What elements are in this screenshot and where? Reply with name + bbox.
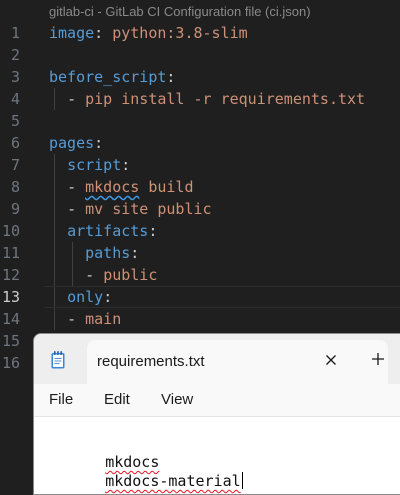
yaml-punctuation: : [94, 24, 113, 42]
yaml-value: python:3.8-slim [112, 24, 248, 42]
yaml-punctuation: - [67, 200, 86, 218]
notepad-titlebar[interactable]: requirements.txt [34, 334, 400, 384]
line-number: 5 [10, 112, 20, 130]
code-line[interactable]: 1 image: python:3.8-slim [0, 22, 400, 44]
code-text: - mv site public [49, 198, 212, 220]
yaml-key: pages [49, 134, 95, 152]
plus-icon[interactable] [367, 348, 389, 370]
code-text: artifacts: [49, 220, 157, 242]
yaml-punctuation: : [166, 68, 176, 86]
tab-requirements[interactable]: requirements.txt [87, 340, 388, 384]
code-text: - pip install -r requirements.txt [49, 88, 365, 110]
notepad-text-area[interactable]: mkdocs mkdocs-material [34, 417, 400, 494]
spelling-error[interactable]: mkdocs-material [105, 472, 240, 490]
line-number: 4 [10, 90, 20, 108]
line-number: 11 [1, 244, 20, 262]
yaml-key: only [67, 288, 104, 306]
code-line[interactable]: 9 - mv site public [0, 198, 400, 220]
code-text: - mkdocs build [49, 176, 194, 198]
line-number: 3 [10, 68, 20, 86]
code-text: - public [49, 264, 157, 286]
line-number: 10 [1, 222, 20, 240]
line-number: 6 [10, 134, 20, 152]
code-line[interactable]: 10 artifacts: [0, 220, 400, 242]
yaml-punctuation: - [67, 90, 86, 108]
text-caret [241, 472, 243, 489]
line-number: 16 [1, 354, 20, 372]
yaml-key: paths [85, 244, 131, 262]
code-line[interactable]: 3 before_script: [0, 66, 400, 88]
yaml-key: artifacts [67, 222, 149, 240]
close-icon[interactable] [319, 348, 343, 372]
code-text: - main [49, 308, 121, 330]
menu-view[interactable]: View [161, 391, 193, 408]
yaml-punctuation: - [85, 266, 104, 284]
yaml-value: main [85, 310, 122, 328]
yaml-key: script [67, 156, 122, 174]
text-line: mkdocs-material [51, 453, 243, 494]
code-line[interactable]: 14 - main [0, 308, 400, 330]
code-text: only: [49, 286, 112, 308]
line-number: 1 [10, 24, 20, 42]
line-number: 9 [10, 200, 20, 218]
yaml-punctuation: : [121, 156, 131, 174]
code-line[interactable]: 2 [0, 44, 400, 66]
code-line[interactable]: 8 - mkdocs build [0, 176, 400, 198]
code-text: script: [49, 154, 130, 176]
line-number: 2 [10, 46, 20, 64]
code-line[interactable]: 13 only: [0, 286, 400, 308]
code-text: paths: [49, 242, 139, 264]
yaml-value: mv site public [85, 200, 212, 218]
notepad-window[interactable]: requirements.txt File Edit View mkdocs m… [33, 333, 400, 495]
yaml-punctuation: : [94, 134, 104, 152]
code-text: before_script: [49, 66, 175, 88]
code-line[interactable]: 6 pages: [0, 132, 400, 154]
line-number: 14 [1, 310, 20, 328]
schema-hint[interactable]: gitlab-ci - GitLab CI Configuration file… [49, 3, 311, 21]
tab-title: requirements.txt [97, 353, 205, 370]
spell-check-warning[interactable]: mkdocs [85, 178, 139, 196]
code-line[interactable]: 5 [0, 110, 400, 132]
yaml-key: image [49, 24, 95, 42]
line-number: 15 [1, 332, 20, 350]
yaml-key: before_script [49, 68, 167, 86]
yaml-punctuation: : [130, 244, 140, 262]
yaml-punctuation: - [67, 310, 86, 328]
line-number: 8 [10, 178, 20, 196]
menu-edit[interactable]: Edit [104, 391, 130, 408]
menu-file[interactable]: File [49, 391, 73, 408]
yaml-punctuation: - [67, 178, 86, 196]
code-line[interactable]: 11 paths: [0, 242, 400, 264]
yaml-value: mkdocs build [85, 178, 194, 196]
code-line[interactable]: 12 - public [0, 264, 400, 286]
code-text: image: python:3.8-slim [49, 22, 248, 44]
yaml-value: public [103, 266, 158, 284]
yaml-punctuation: : [103, 288, 113, 306]
menu-bar: File Edit View [34, 384, 400, 417]
line-number: 13 [1, 288, 20, 306]
yaml-punctuation: : [148, 222, 158, 240]
code-line[interactable]: 4 - pip install -r requirements.txt [0, 88, 400, 110]
code-line[interactable]: 7 script: [0, 154, 400, 176]
line-number: 7 [10, 156, 20, 174]
code-text: pages: [49, 132, 103, 154]
yaml-value: pip install -r requirements.txt [85, 90, 366, 108]
notepad-icon [51, 351, 65, 369]
line-number: 12 [1, 266, 20, 284]
